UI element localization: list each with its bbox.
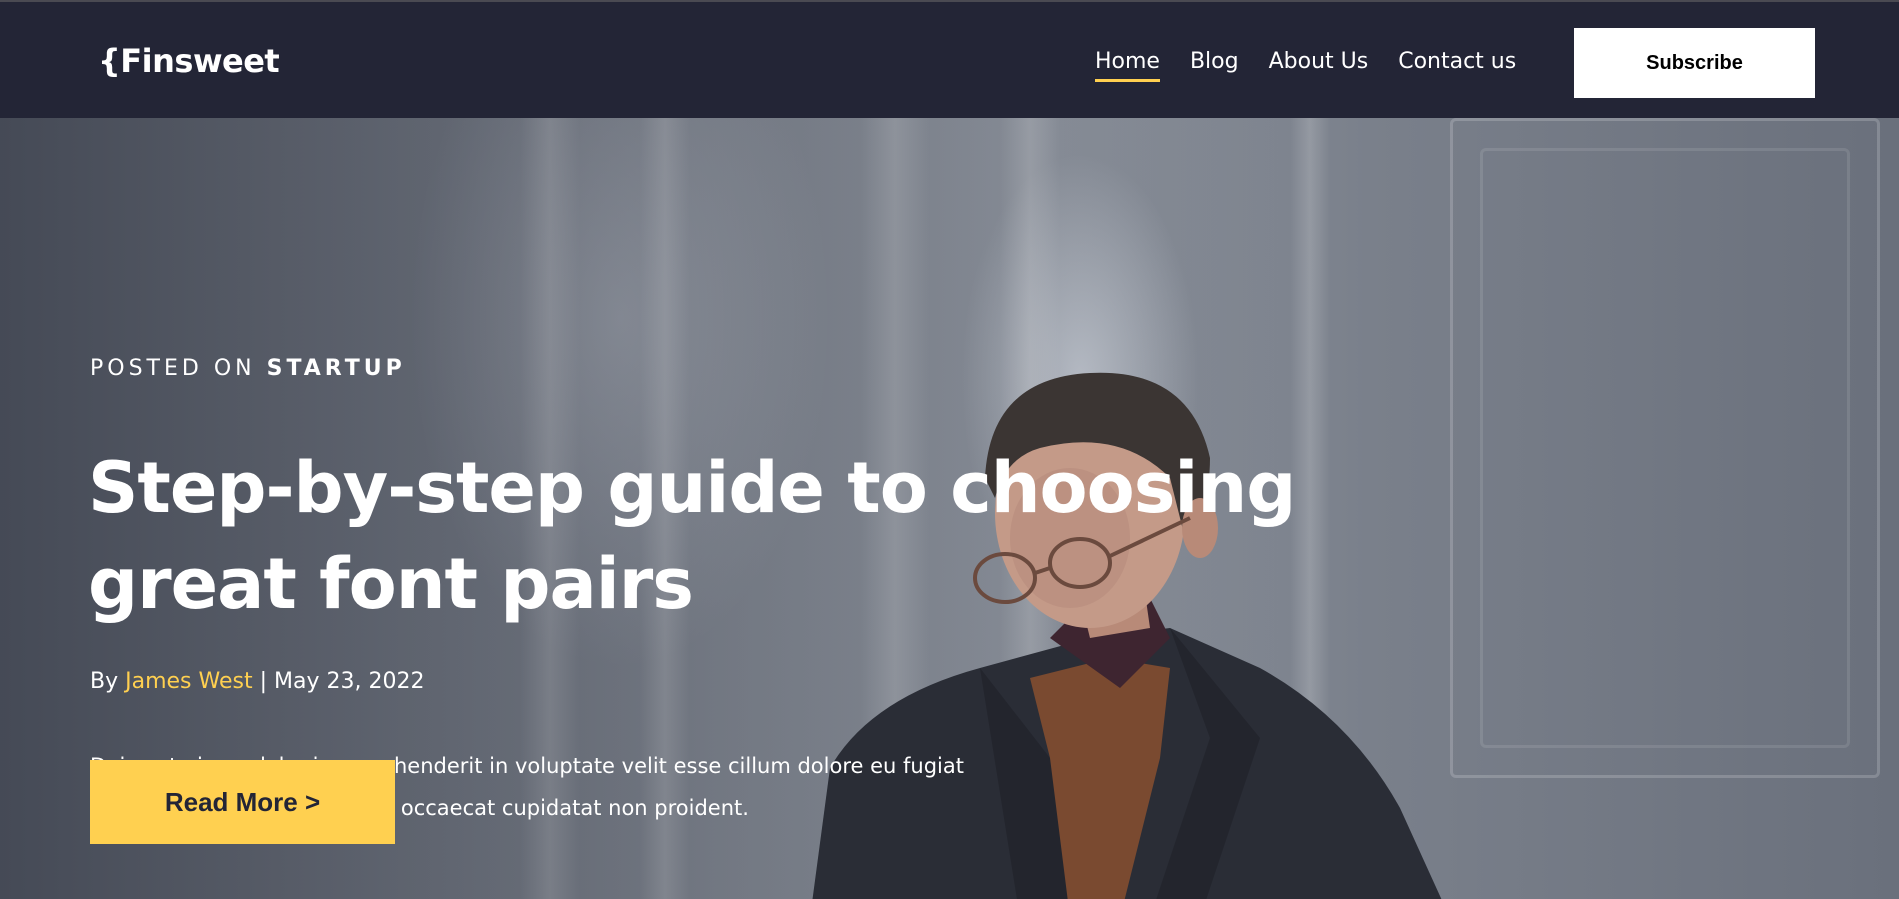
read-more-button[interactable]: Read More >	[90, 760, 395, 844]
posted-on-label: POSTED ON	[90, 356, 256, 381]
post-category-line: POSTED ON STARTUP	[90, 356, 406, 381]
site-header: {Finsweet Home Blog About Us Contact us …	[0, 0, 1899, 118]
subscribe-button[interactable]: Subscribe	[1574, 28, 1815, 98]
post-date: May 23, 2022	[274, 669, 425, 694]
page: {Finsweet Home Blog About Us Contact us …	[0, 0, 1899, 899]
post-title: Step-by-step guide to choosing great fon…	[88, 447, 1296, 625]
byline-prefix: By	[90, 669, 119, 694]
main-nav: Home Blog About Us Contact us	[1095, 49, 1516, 82]
nav-contact-us[interactable]: Contact us	[1398, 49, 1516, 74]
site-logo[interactable]: {Finsweet	[98, 42, 280, 80]
author-link[interactable]: James West	[125, 669, 252, 694]
post-byline: By James West | May 23, 2022	[90, 669, 424, 694]
nav-home[interactable]: Home	[1095, 49, 1160, 82]
nav-blog[interactable]: Blog	[1190, 49, 1239, 74]
nav-about-us[interactable]: About Us	[1269, 49, 1369, 74]
byline-separator: |	[259, 669, 268, 694]
post-category[interactable]: STARTUP	[267, 356, 406, 381]
